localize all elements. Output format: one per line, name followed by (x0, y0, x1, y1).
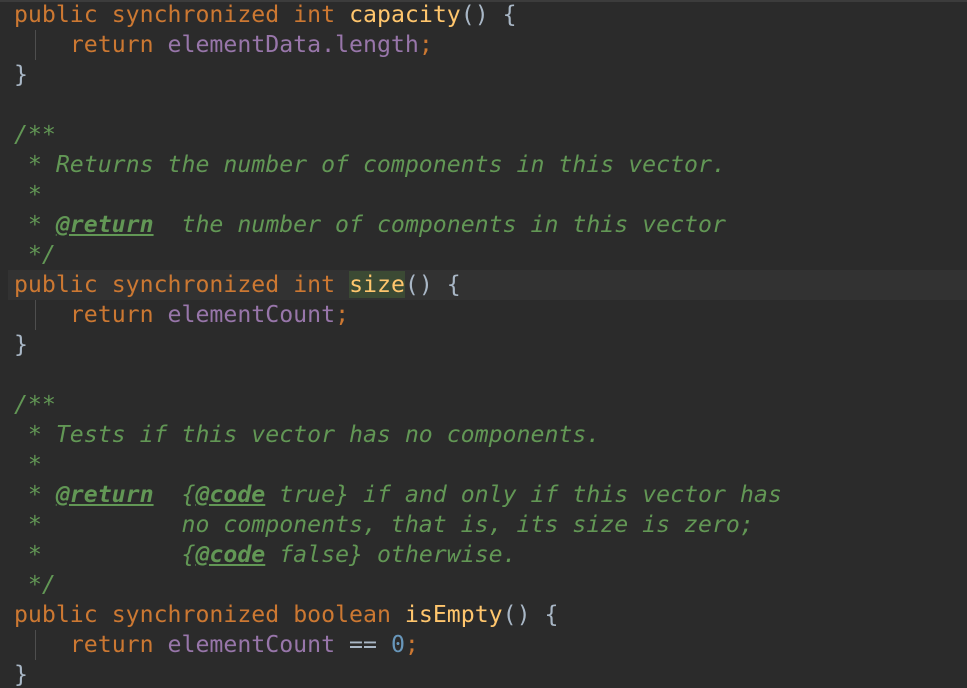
code-token: false} otherwise. (265, 541, 517, 568)
code-line[interactable]: /** (0, 390, 967, 420)
code-line[interactable] (0, 90, 967, 120)
code-line[interactable]: /** (0, 120, 967, 150)
code-token: elementCount (167, 301, 336, 328)
code-token: @return (55, 481, 154, 508)
code-token: * Returns the number of components in th… (0, 151, 726, 178)
code-token: /** (0, 121, 56, 148)
code-line[interactable]: * {@code false} otherwise. (0, 540, 967, 570)
code-token: ; (335, 301, 350, 328)
code-token: . (321, 31, 336, 58)
code-token: int (293, 271, 336, 298)
code-line[interactable] (0, 360, 967, 390)
code-token: size (349, 271, 405, 298)
code-token: @code (195, 541, 266, 568)
code-token: public (13, 601, 98, 628)
code-token: () (404, 271, 433, 298)
code-token: * no components, that is, its size is ze… (0, 511, 754, 538)
code-token: { (530, 601, 559, 628)
code-token: * (0, 211, 56, 238)
code-token: length (335, 31, 419, 58)
code-line[interactable]: * @return the number of components in th… (0, 210, 967, 240)
code-token: @return (55, 211, 154, 238)
code-token: synchronized (111, 271, 280, 298)
viewport-top-edge-rule (0, 0, 967, 2)
code-line[interactable]: public synchronized int capacity() { (0, 0, 967, 30)
code-token: */ (0, 241, 56, 268)
code-line[interactable]: * Returns the number of components in th… (0, 150, 967, 180)
code-token: synchronized (111, 601, 280, 628)
code-token: @code (195, 481, 266, 508)
code-token: ; (404, 631, 419, 658)
code-token: synchronized (111, 1, 280, 28)
code-editor-viewport[interactable]: public synchronized int capacity() { ret… (0, 0, 967, 688)
code-line[interactable]: } (0, 660, 967, 688)
code-token: return (69, 631, 154, 658)
code-token: == (349, 631, 377, 658)
code-line[interactable]: return elementData.length; (0, 30, 967, 60)
code-line[interactable]: return elementCount; (0, 300, 967, 330)
code-line[interactable]: public synchronized int size() { (0, 270, 967, 300)
code-token: true} if and only if this vector has (265, 481, 782, 508)
code-token: int (293, 1, 336, 28)
code-line[interactable]: * (0, 450, 967, 480)
code-line[interactable]: } (0, 330, 967, 360)
code-line[interactable]: * no components, that is, its size is ze… (0, 510, 967, 540)
code-line[interactable]: */ (0, 570, 967, 600)
code-token: * Tests if this vector has no components… (0, 421, 601, 448)
code-token: elementCount (167, 631, 336, 658)
code-token: public (13, 1, 98, 28)
code-token: boolean (293, 601, 391, 628)
code-text-area[interactable]: public synchronized int capacity() { ret… (0, 0, 967, 688)
code-line[interactable]: * @return {@code true} if and only if th… (0, 480, 967, 510)
code-token: { (432, 271, 461, 298)
code-token: ; (418, 31, 433, 58)
code-token: return (69, 31, 154, 58)
code-token: () (502, 601, 531, 628)
code-line[interactable]: * Tests if this vector has no components… (0, 420, 967, 450)
code-line[interactable]: } (0, 60, 967, 90)
code-token: () (460, 1, 489, 28)
code-token: 0 (390, 631, 405, 658)
code-token: capacity (349, 1, 461, 28)
code-line[interactable]: public synchronized boolean isEmpty() { (0, 600, 967, 630)
code-token: { (153, 481, 196, 508)
code-token: elementData (167, 31, 322, 58)
code-line[interactable]: */ (0, 240, 967, 270)
code-token: /** (0, 391, 56, 418)
code-token: isEmpty (404, 601, 503, 628)
editor-left-margin (0, 0, 8, 688)
code-line[interactable]: return elementCount == 0; (0, 630, 967, 660)
code-line[interactable]: * (0, 180, 967, 210)
code-token: * (0, 481, 56, 508)
code-token: public (13, 271, 98, 298)
code-token: the number of components in this vector (153, 211, 726, 238)
code-token: { (488, 1, 517, 28)
code-token: * { (0, 541, 196, 568)
code-token: */ (0, 571, 56, 598)
code-token: return (69, 301, 154, 328)
